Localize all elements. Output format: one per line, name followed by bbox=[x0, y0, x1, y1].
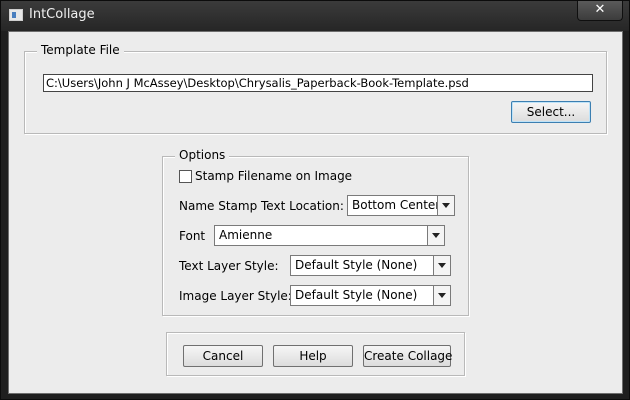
stamp-filename-label: Stamp Filename on Image bbox=[195, 169, 353, 183]
window-title: IntCollage bbox=[29, 7, 95, 22]
options-legend: Options bbox=[175, 148, 230, 162]
chevron-down-icon[interactable] bbox=[427, 226, 444, 245]
location-select[interactable]: Bottom Center bbox=[347, 195, 455, 216]
text-layer-style-label: Text Layer Style: bbox=[179, 259, 279, 273]
location-value: Bottom Center bbox=[352, 198, 441, 212]
stamp-filename-checkbox[interactable] bbox=[179, 170, 192, 183]
font-value: Amienne bbox=[219, 228, 273, 242]
select-button[interactable]: Select... bbox=[511, 101, 591, 123]
name-stamp-location-label: Name Stamp Text Location: bbox=[179, 199, 344, 213]
font-label: Font bbox=[179, 229, 206, 243]
image-layer-style-select[interactable]: Default Style (None) bbox=[290, 285, 451, 306]
template-file-legend: Template File bbox=[37, 43, 124, 57]
cancel-button[interactable]: Cancel bbox=[183, 345, 263, 367]
dialog-window: IntCollage ✕ Template File C:\Users\John… bbox=[0, 0, 630, 400]
close-button[interactable]: ✕ bbox=[577, 1, 623, 21]
chevron-down-icon[interactable] bbox=[437, 196, 454, 215]
image-layer-style-label: Image Layer Style: bbox=[179, 289, 292, 303]
image-layer-style-value: Default Style (None) bbox=[295, 288, 418, 302]
font-select[interactable]: Amienne bbox=[214, 225, 445, 246]
text-layer-style-value: Default Style (None) bbox=[295, 258, 418, 272]
title-bar[interactable]: IntCollage ✕ bbox=[1, 1, 629, 31]
template-path-field[interactable]: C:\Users\John J McAssey\Desktop\Chrysali… bbox=[43, 74, 593, 92]
text-layer-style-select[interactable]: Default Style (None) bbox=[290, 255, 451, 276]
chevron-down-icon[interactable] bbox=[433, 286, 450, 305]
app-icon bbox=[9, 9, 23, 21]
chevron-down-icon[interactable] bbox=[433, 256, 450, 275]
dialog-client-area: Template File C:\Users\John J McAssey\De… bbox=[8, 31, 623, 394]
create-collage-button[interactable]: Create Collage bbox=[363, 345, 452, 367]
help-button[interactable]: Help bbox=[273, 345, 353, 367]
